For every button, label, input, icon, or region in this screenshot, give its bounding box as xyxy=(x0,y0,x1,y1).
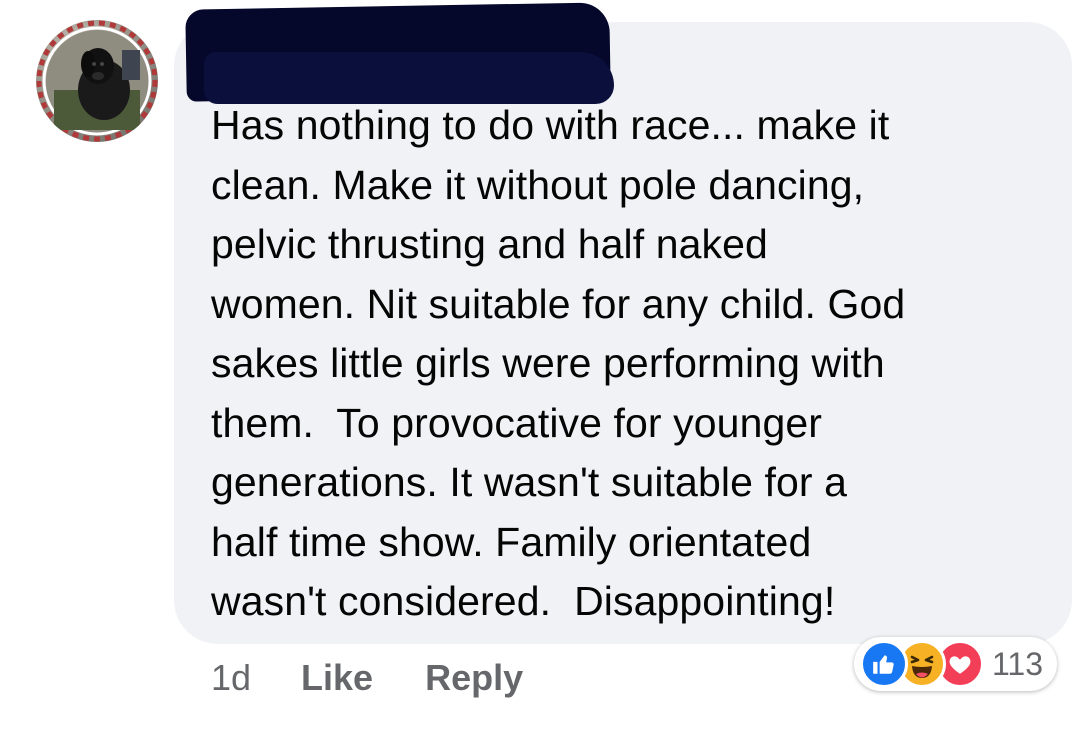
like-button[interactable]: Like xyxy=(301,657,373,699)
comment-text: Has nothing to do with race... make it c… xyxy=(211,102,906,624)
comment-timestamp[interactable]: 1d xyxy=(211,657,251,699)
reply-button[interactable]: Reply xyxy=(425,657,523,699)
reaction-count: 113 xyxy=(992,645,1044,682)
dog-photo-icon xyxy=(36,20,158,142)
like-reaction-icon xyxy=(860,640,908,688)
reactions-summary[interactable]: 113 xyxy=(854,637,1058,691)
comment-actions: 1d Like Reply xyxy=(211,652,575,704)
commenter-avatar[interactable] xyxy=(36,20,158,142)
